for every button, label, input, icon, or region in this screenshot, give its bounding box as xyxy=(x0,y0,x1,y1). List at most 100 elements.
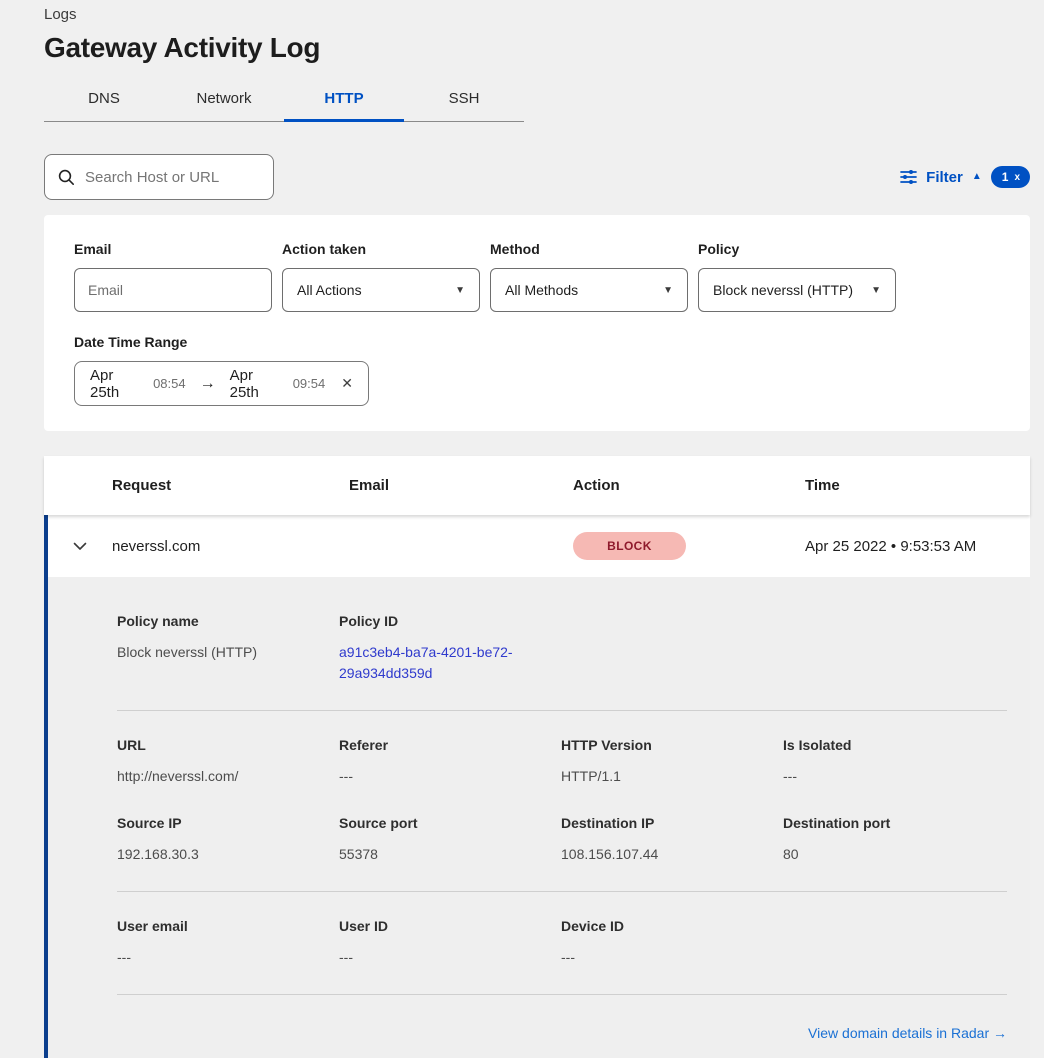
email-filter-field: Email xyxy=(74,241,272,312)
clear-date-range-icon[interactable]: ✕ xyxy=(341,375,353,392)
destination-ip-value: 108.156.107.44 xyxy=(561,844,783,865)
is-isolated-cell: Is Isolated --- xyxy=(783,737,1007,787)
filter-sliders-icon xyxy=(900,169,917,185)
column-header-request: Request xyxy=(112,477,349,494)
filter-panel: Email Action taken All Actions ▼ Method … xyxy=(44,215,1030,431)
policy-id-link[interactable]: a91c3eb4-ba7a-4201-be72-29a934dd359d xyxy=(339,642,539,684)
http-version-cell: HTTP Version HTTP/1.1 xyxy=(561,737,783,787)
source-port-cell: Source port 55378 xyxy=(339,815,561,865)
policy-label: Policy xyxy=(698,241,896,257)
radar-link-row: View domain details in Radar → xyxy=(117,1025,1007,1043)
user-email-label: User email xyxy=(117,918,339,934)
device-id-label: Device ID xyxy=(561,918,783,934)
device-id-value: --- xyxy=(561,947,783,968)
referer-label: Referer xyxy=(339,737,561,753)
user-id-label: User ID xyxy=(339,918,561,934)
policy-filter-field: Policy Block neverssl (HTTP) ▼ xyxy=(698,241,896,312)
destination-ip-cell: Destination IP 108.156.107.44 xyxy=(561,815,783,865)
end-date: Apr 25th xyxy=(230,367,282,401)
activity-log-table: Request Email Action Time neverssl.com B… xyxy=(44,456,1030,1058)
destination-port-cell: Destination port 80 xyxy=(783,815,1007,865)
date-time-range-label: Date Time Range xyxy=(74,334,1000,350)
method-filter-field: Method All Methods ▼ xyxy=(490,241,688,312)
log-type-tabs: DNS Network HTTP SSH xyxy=(44,82,524,122)
policy-name-cell: Policy name Block neverssl (HTTP) xyxy=(117,613,339,684)
policy-id-cell: Policy ID a91c3eb4-ba7a-4201-be72-29a934… xyxy=(339,613,561,684)
device-id-cell: Device ID --- xyxy=(561,918,783,968)
referer-cell: Referer --- xyxy=(339,737,561,787)
destination-port-value: 80 xyxy=(783,844,1007,865)
source-port-label: Source port xyxy=(339,815,561,831)
page-title: Gateway Activity Log xyxy=(44,32,1030,64)
tab-http[interactable]: HTTP xyxy=(284,82,404,121)
email-filter-input-wrap xyxy=(74,268,272,312)
table-row[interactable]: neverssl.com BLOCK Apr 25 2022 • 9:53:53… xyxy=(44,515,1030,577)
column-header-action: Action xyxy=(573,477,805,494)
policy-name-label: Policy name xyxy=(117,613,339,629)
action-taken-label: Action taken xyxy=(282,241,480,257)
gateway-activity-log-page: Logs Gateway Activity Log DNS Network HT… xyxy=(0,0,1044,1054)
action-taken-select[interactable]: All Actions ▼ xyxy=(282,268,480,312)
source-ip-label: Source IP xyxy=(117,815,339,831)
tab-dns[interactable]: DNS xyxy=(44,82,164,121)
view-domain-in-radar-link[interactable]: View domain details in Radar → xyxy=(808,1025,1007,1041)
date-time-range-field: Date Time Range Apr 25th 08:54 → Apr 25t… xyxy=(74,334,1000,406)
expanded-row-details: Policy name Block neverssl (HTTP) Policy… xyxy=(44,577,1030,1058)
destination-port-label: Destination port xyxy=(783,815,1007,831)
collapse-caret-icon: ▲ xyxy=(972,172,982,182)
policy-name-value: Block neverssl (HTTP) xyxy=(117,642,339,663)
search-box[interactable] xyxy=(44,154,274,200)
user-email-value: --- xyxy=(117,947,339,968)
url-cell: URL http://neverssl.com/ xyxy=(117,737,339,787)
chevron-down-icon: ▼ xyxy=(871,285,881,296)
chevron-down-icon xyxy=(73,542,87,551)
email-filter-label: Email xyxy=(74,241,272,257)
url-value: http://neverssl.com/ xyxy=(117,766,339,787)
http-version-value: HTTP/1.1 xyxy=(561,766,783,787)
section-divider xyxy=(117,994,1007,995)
policy-id-label: Policy ID xyxy=(339,613,561,629)
source-ip-value: 192.168.30.3 xyxy=(117,844,339,865)
start-time: 08:54 xyxy=(153,376,186,391)
end-time: 09:54 xyxy=(293,376,326,391)
is-isolated-value: --- xyxy=(783,766,1007,787)
user-id-value: --- xyxy=(339,947,561,968)
row-time: Apr 25 2022 • 9:53:53 AM xyxy=(805,538,1030,555)
breadcrumb[interactable]: Logs xyxy=(44,6,1030,23)
filter-count: 1 xyxy=(1002,170,1009,184)
page-header: Logs Gateway Activity Log xyxy=(0,0,1044,64)
filter-toggle-label: Filter xyxy=(926,169,963,186)
chevron-down-icon: ▼ xyxy=(663,285,673,296)
clear-filters-icon: x xyxy=(1014,172,1020,183)
search-icon xyxy=(58,169,75,186)
policy-select[interactable]: Block neverssl (HTTP) ▼ xyxy=(698,268,896,312)
action-taken-value: All Actions xyxy=(297,282,362,298)
row-expander[interactable] xyxy=(48,542,112,551)
destination-ip-label: Destination IP xyxy=(561,815,783,831)
policy-value: Block neverssl (HTTP) xyxy=(713,282,853,298)
http-version-label: HTTP Version xyxy=(561,737,783,753)
tab-network[interactable]: Network xyxy=(164,82,284,121)
url-label: URL xyxy=(117,737,339,753)
start-date: Apr 25th xyxy=(90,367,142,401)
user-email-cell: User email --- xyxy=(117,918,339,968)
search-input[interactable] xyxy=(85,169,260,186)
filter-count-badge[interactable]: 1 x xyxy=(991,166,1030,188)
method-select[interactable]: All Methods ▼ xyxy=(490,268,688,312)
row-action: BLOCK xyxy=(573,532,805,560)
is-isolated-label: Is Isolated xyxy=(783,737,1007,753)
source-ip-cell: Source IP 192.168.30.3 xyxy=(117,815,339,865)
source-port-value: 55378 xyxy=(339,844,561,865)
date-range-picker[interactable]: Apr 25th 08:54 → Apr 25th 09:54 ✕ xyxy=(74,361,369,406)
tab-ssh[interactable]: SSH xyxy=(404,82,524,121)
email-filter-input[interactable] xyxy=(88,282,258,298)
column-header-time: Time xyxy=(805,477,1030,494)
row-request: neverssl.com xyxy=(112,538,349,555)
toolbar: Filter ▲ 1 x xyxy=(44,154,1030,200)
column-header-email: Email xyxy=(349,477,573,494)
user-id-cell: User ID --- xyxy=(339,918,561,968)
method-value: All Methods xyxy=(505,282,578,298)
arrow-right-icon: → xyxy=(197,375,219,393)
filter-toggle-button[interactable]: Filter ▲ 1 x xyxy=(900,166,1030,188)
chevron-down-icon: ▼ xyxy=(455,285,465,296)
